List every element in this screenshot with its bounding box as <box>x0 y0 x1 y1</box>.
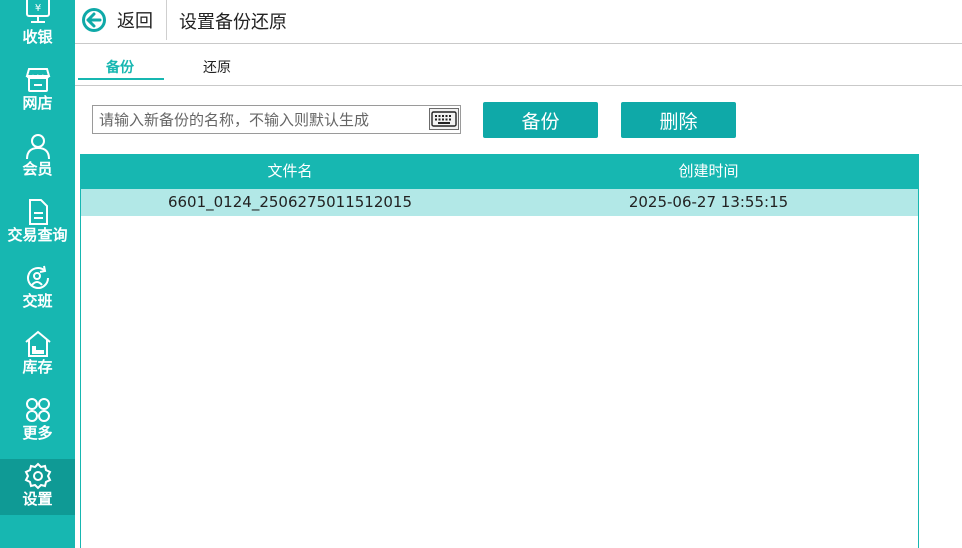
tab-bar: 备份 还原 <box>75 45 962 86</box>
sidebar-item-more[interactable]: 更多 <box>0 396 75 462</box>
sidebar-item-label: 更多 <box>22 424 53 442</box>
sidebar-item-label: 设置 <box>22 490 53 508</box>
sidebar-item-settings[interactable]: 设置 <box>0 459 75 515</box>
sidebar-item-store[interactable]: 网店 <box>0 66 75 132</box>
gear-icon <box>24 462 51 490</box>
backup-name-input[interactable] <box>93 106 427 133</box>
store-icon <box>25 68 50 92</box>
back-arrow-icon <box>82 8 106 32</box>
table-header: 文件名 创建时间 <box>81 154 918 189</box>
member-icon <box>25 134 50 160</box>
cell-file-name: 6601_0124_2506275011512015 <box>167 193 413 211</box>
column-header-file-name: 文件名 <box>267 162 313 180</box>
sidebar-item-inventory[interactable]: 库存 <box>0 330 75 396</box>
sidebar-item-transactions[interactable]: 交易查询 <box>0 198 75 264</box>
backup-table: 文件名 创建时间 6601_0124_2506275011512015 2025… <box>80 154 919 548</box>
cell-created-at: 2025-06-27 13:55:15 <box>628 193 789 211</box>
sidebar-item-label: 交易查询 <box>7 226 68 244</box>
backup-button[interactable]: 备份 <box>483 102 598 138</box>
table-row[interactable]: 6601_0124_2506275011512015 2025-06-27 13… <box>81 189 918 216</box>
cashier-icon: ¥ <box>25 0 50 23</box>
header-bar: 返回 设置备份还原 <box>75 0 962 44</box>
sidebar-item-label: 交班 <box>22 292 53 310</box>
sidebar-item-label: 收银 <box>22 28 53 46</box>
keyboard-icon <box>431 111 457 127</box>
warehouse-icon <box>24 330 51 357</box>
sidebar-item-member[interactable]: 会员 <box>0 132 75 198</box>
column-header-created-at: 创建时间 <box>678 162 739 180</box>
more-icon <box>25 398 50 422</box>
keyboard-button[interactable] <box>429 108 459 130</box>
page-title: 设置备份还原 <box>179 12 287 33</box>
svg-text:¥: ¥ <box>34 3 40 14</box>
sidebar-item-cashier[interactable]: ¥ 收银 <box>0 0 75 66</box>
back-button[interactable]: 返回 <box>81 6 153 34</box>
header-divider <box>166 0 167 40</box>
document-icon <box>28 199 48 225</box>
sidebar-item-label: 会员 <box>22 160 53 178</box>
sidebar-item-label: 库存 <box>22 358 53 376</box>
tab-active-indicator <box>78 78 164 80</box>
tab-backup[interactable]: 备份 <box>106 57 134 77</box>
sidebar-item-label: 网店 <box>22 94 53 112</box>
sidebar-item-shift[interactable]: 交班 <box>0 264 75 330</box>
shift-icon <box>26 265 49 289</box>
delete-button[interactable]: 删除 <box>621 102 736 138</box>
back-label: 返回 <box>117 11 153 32</box>
tab-restore[interactable]: 还原 <box>203 57 231 77</box>
sidebar: ¥ 收银 网店 会员 交易查询 交班 库存 更多 设置 <box>0 0 75 548</box>
backup-name-field <box>92 105 461 134</box>
